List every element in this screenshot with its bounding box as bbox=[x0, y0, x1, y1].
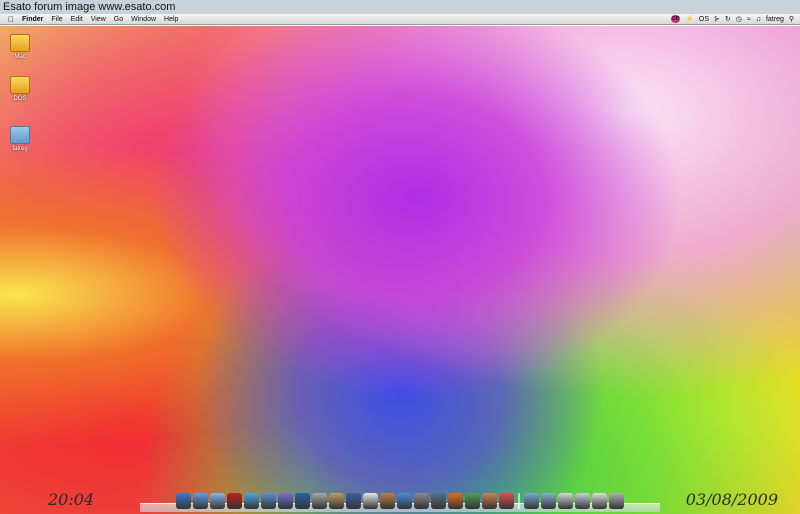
time-machine-icon[interactable] bbox=[431, 493, 446, 509]
drive-icon[interactable] bbox=[592, 493, 607, 509]
folder-icon bbox=[10, 126, 30, 144]
applications-folder-icon[interactable] bbox=[524, 493, 539, 509]
pen-icon[interactable] bbox=[346, 493, 361, 509]
safari-icon[interactable] bbox=[261, 493, 276, 509]
status-badge[interactable]: ce bbox=[671, 15, 681, 23]
menu-go[interactable]: Go bbox=[110, 14, 127, 25]
spotlight-search-icon[interactable]: ⚲ bbox=[789, 14, 794, 25]
watermark-banner: Esato forum image www.esato.com bbox=[0, 0, 800, 14]
menu-view[interactable]: View bbox=[87, 14, 110, 25]
record-icon[interactable] bbox=[227, 493, 242, 509]
menu-file[interactable]: File bbox=[47, 14, 66, 25]
iphoto-icon[interactable] bbox=[380, 493, 395, 509]
menu-help[interactable]: Help bbox=[160, 14, 182, 25]
desktop-icon-fatreg[interactable]: fatreg bbox=[4, 126, 36, 152]
desktop-icon-dos[interactable]: DOS bbox=[4, 76, 36, 102]
menu-edit[interactable]: Edit bbox=[67, 14, 87, 25]
downloads-icon[interactable] bbox=[558, 493, 573, 509]
bluetooth-icon[interactable]: ⊱ bbox=[714, 14, 720, 25]
desktop-icon-label: fatreg bbox=[12, 146, 28, 152]
trash-icon[interactable] bbox=[609, 493, 624, 509]
user-name[interactable]: fatreg bbox=[766, 14, 784, 25]
apple-menu-icon[interactable]:  bbox=[4, 14, 18, 25]
desktop-date: 03/08/2009 bbox=[685, 490, 778, 509]
menu-app-finder[interactable]: Finder bbox=[18, 14, 47, 25]
sync-icon[interactable]: ↻ bbox=[725, 14, 731, 25]
lifesaver-icon[interactable] bbox=[499, 493, 514, 509]
app-store-icon[interactable] bbox=[397, 493, 412, 509]
dock bbox=[140, 490, 660, 512]
menu-bar:  Finder File Edit View Go Window Help c… bbox=[0, 14, 800, 25]
desktop-icon-label: DOS bbox=[13, 96, 27, 102]
keychain-icon[interactable] bbox=[295, 493, 310, 509]
flash-icon[interactable]: ⚡ bbox=[685, 14, 694, 25]
firefox-icon[interactable] bbox=[448, 493, 463, 509]
desktop-clock: 20:04 bbox=[48, 490, 95, 509]
games-icon[interactable] bbox=[465, 493, 480, 509]
time-machine-menu-icon[interactable]: ◷ bbox=[736, 14, 742, 25]
ichat-icon[interactable] bbox=[193, 493, 208, 509]
preview-icon[interactable] bbox=[414, 493, 429, 509]
hard-disk-icon bbox=[10, 34, 30, 52]
calendar-icon[interactable] bbox=[363, 493, 378, 509]
status-text[interactable]: OS bbox=[699, 14, 709, 25]
status-area: ce ⚡ OS ⊱ ↻ ◷ ≈ ♫ fatreg ⚲ bbox=[671, 14, 800, 25]
desktop-icon-label: Mac bbox=[14, 54, 26, 60]
volume-icon[interactable]: ♫ bbox=[756, 14, 761, 25]
photos-icon[interactable] bbox=[482, 493, 497, 509]
documents-folder-icon[interactable] bbox=[541, 493, 556, 509]
calculator-icon[interactable] bbox=[312, 493, 327, 509]
messages-icon[interactable] bbox=[210, 493, 225, 509]
finder-icon[interactable] bbox=[176, 493, 191, 509]
dock-separator bbox=[518, 493, 520, 509]
documents-stack-icon[interactable] bbox=[575, 493, 590, 509]
desktop-icon-mac[interactable]: Mac bbox=[4, 34, 36, 60]
wifi-icon[interactable]: ≈ bbox=[747, 14, 751, 25]
spotlight-icon[interactable] bbox=[278, 493, 293, 509]
package-icon[interactable] bbox=[329, 493, 344, 509]
desktop-wallpaper[interactable] bbox=[0, 26, 800, 514]
hard-disk-icon bbox=[10, 76, 30, 94]
menu-window[interactable]: Window bbox=[127, 14, 160, 25]
itunes-icon[interactable] bbox=[244, 493, 259, 509]
